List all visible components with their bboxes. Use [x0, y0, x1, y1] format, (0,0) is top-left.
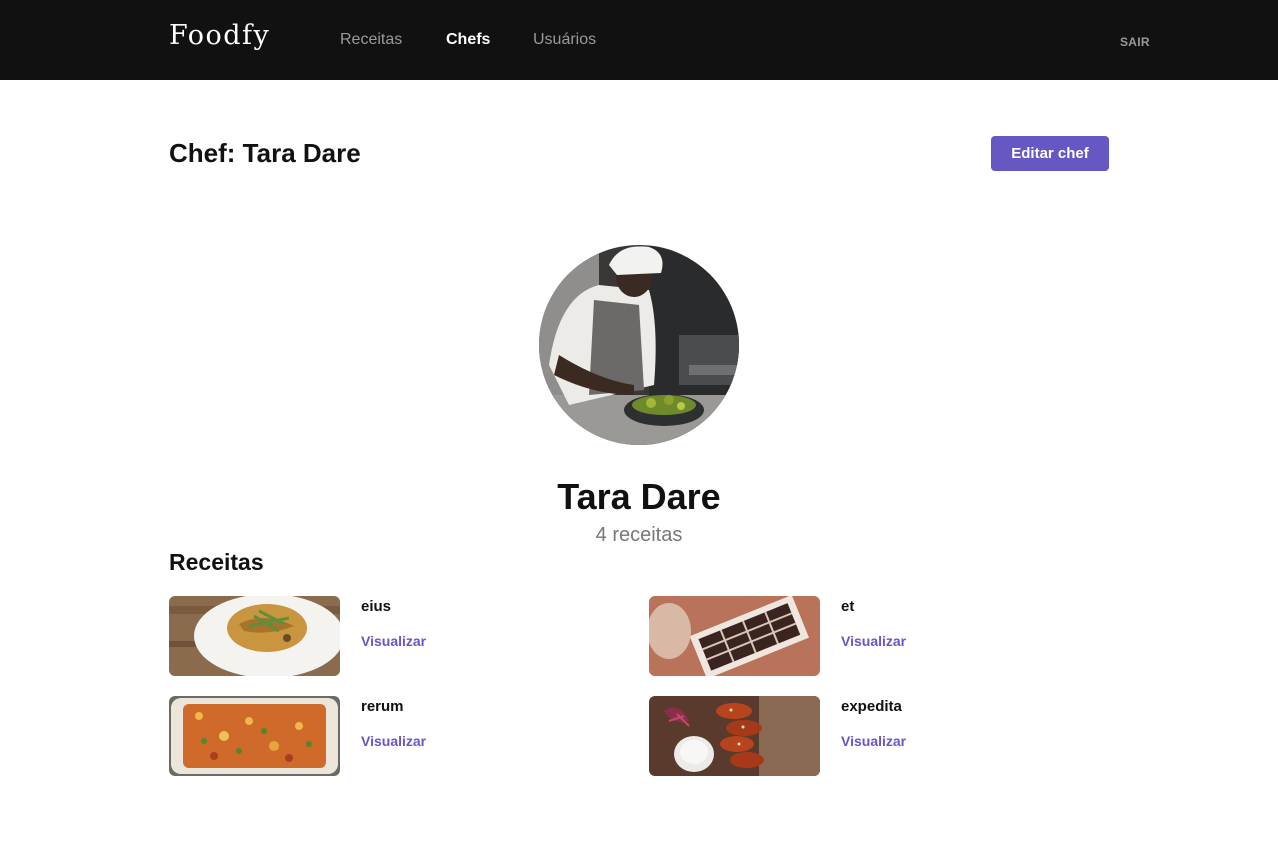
nav-link-receitas[interactable]: Receitas: [340, 31, 402, 49]
recipe-title: rerum: [361, 698, 404, 715]
edit-chef-button[interactable]: Editar chef: [991, 136, 1109, 171]
chocolate-box-photo-icon: [649, 596, 820, 676]
recipe-card: rerum Visualizar: [169, 696, 609, 776]
page-title: Chef: Tara Dare: [169, 138, 361, 168]
pasta-plate-photo-icon: [169, 596, 340, 676]
recipe-thumbnail[interactable]: [649, 696, 820, 776]
recipe-title: eius: [361, 598, 392, 615]
recipe-title: et: [841, 598, 855, 615]
foodfy-logo[interactable]: Foodfy: [169, 20, 270, 51]
recipe-thumbnail[interactable]: [169, 696, 340, 776]
recipe-thumbnail[interactable]: [649, 596, 820, 676]
baked-casserole-photo-icon: [169, 696, 340, 776]
chef-photo-icon: [539, 245, 739, 445]
chef-name: Tara Dare: [557, 476, 721, 517]
recipe-card: expedita Visualizar: [649, 696, 1089, 776]
chicken-wings-photo-icon: [649, 696, 820, 776]
chef-avatar: [539, 245, 739, 445]
recipes-section-title: Receitas: [169, 549, 264, 575]
nav-link-usuarios[interactable]: Usuários: [533, 31, 596, 49]
recipe-view-link[interactable]: Visualizar: [361, 733, 426, 749]
recipe-thumbnail[interactable]: [169, 596, 340, 676]
recipe-view-link[interactable]: Visualizar: [841, 733, 906, 749]
recipe-view-link[interactable]: Visualizar: [841, 633, 906, 649]
recipe-card: et Visualizar: [649, 596, 1089, 676]
chef-recipes-count: 4 receitas: [595, 524, 683, 546]
top-navbar: Foodfy Receitas Chefs Usuários SAIR: [0, 0, 1278, 80]
recipe-card: eius Visualizar: [169, 596, 609, 676]
recipe-view-link[interactable]: Visualizar: [361, 633, 426, 649]
nav-link-chefs[interactable]: Chefs: [446, 31, 490, 49]
recipe-title: expedita: [841, 698, 902, 715]
logout-button[interactable]: SAIR: [1120, 35, 1150, 49]
